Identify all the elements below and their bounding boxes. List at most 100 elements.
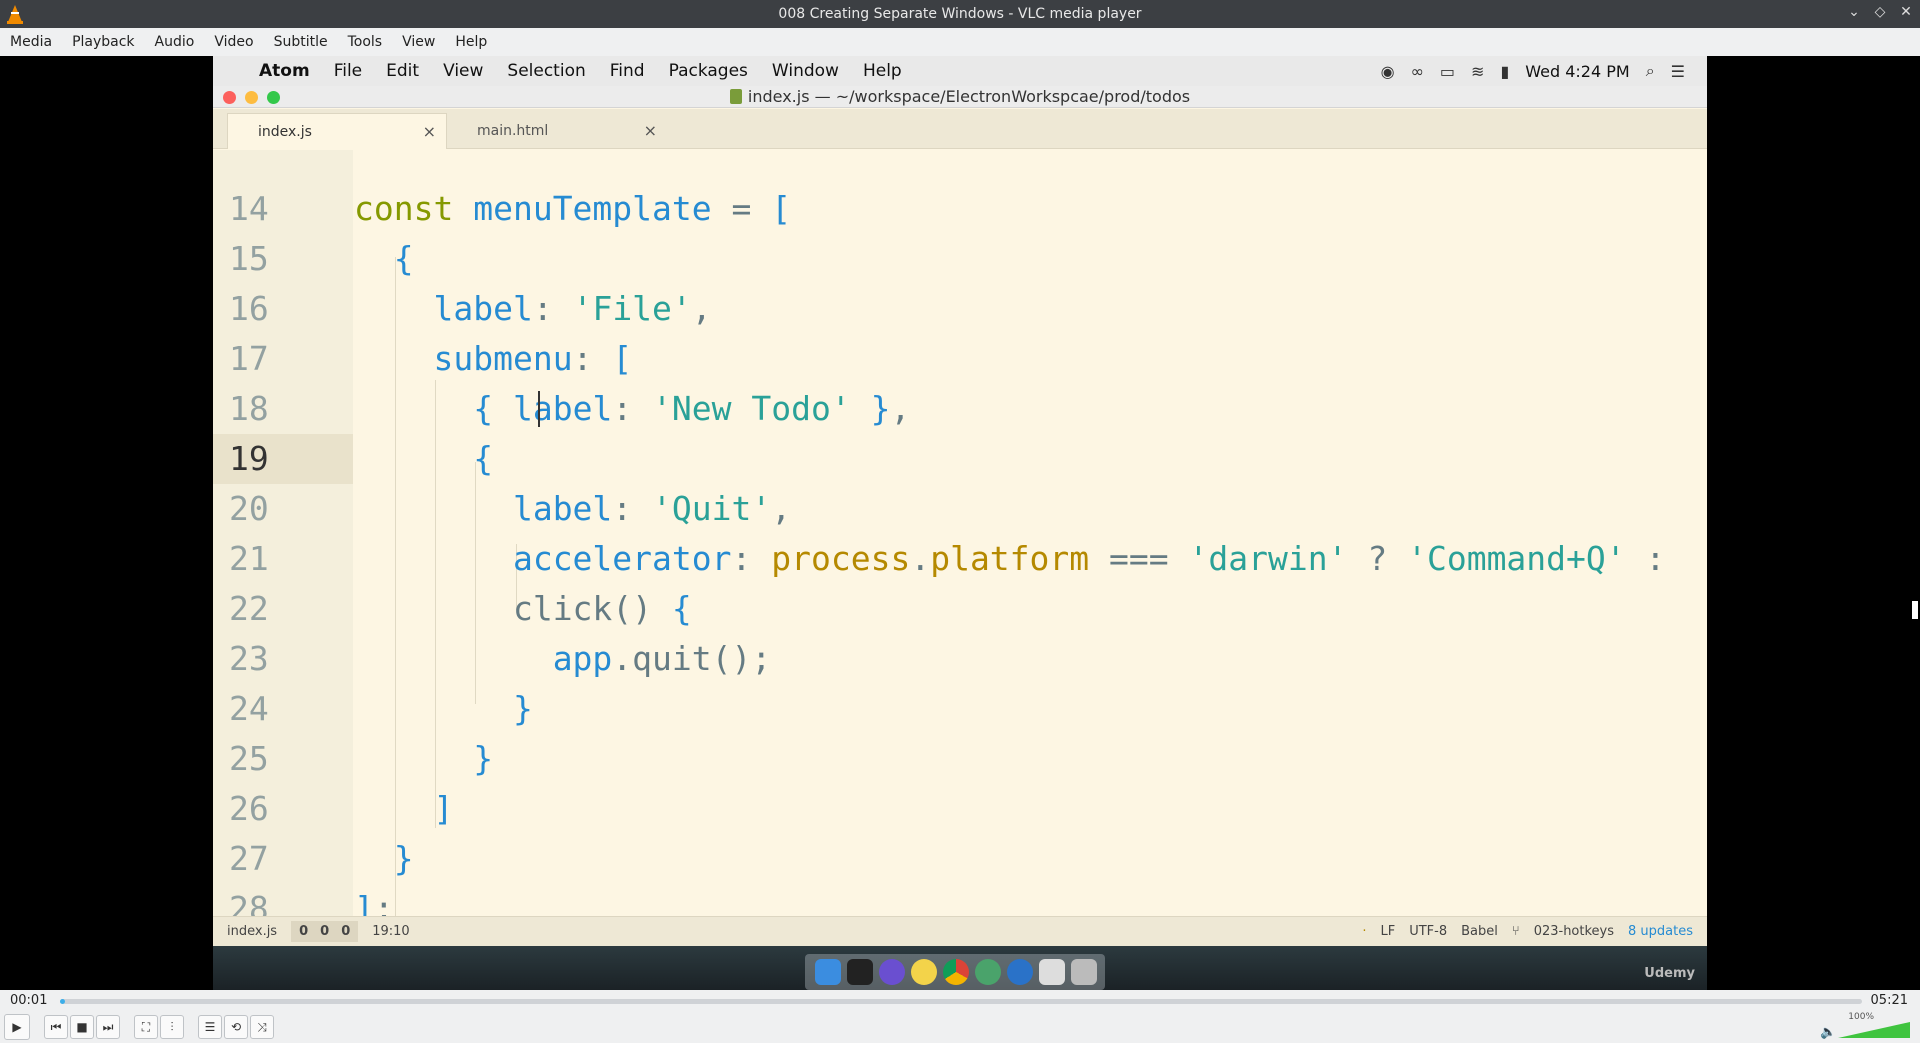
grammar: Babel <box>1461 924 1498 939</box>
file-icon <box>729 89 742 104</box>
wifi-icon: ≋ <box>1471 61 1485 81</box>
code-line: 21 label: 'Quit', <box>213 484 1707 578</box>
mac-menu-help: Help <box>862 61 902 81</box>
close-icon[interactable]: ✕ <box>1898 4 1914 20</box>
code-line: 16 { <box>213 234 1707 328</box>
mouse-pointer-icon <box>1912 601 1918 619</box>
maximize-icon[interactable]: ◇ <box>1872 4 1888 20</box>
next-button[interactable]: ⏭ <box>96 1015 120 1039</box>
code-text: ] <box>433 789 454 828</box>
seek-progress <box>60 999 66 1004</box>
mac-menu-find: Find <box>609 61 645 81</box>
mac-menu-selection: Selection <box>507 61 586 81</box>
tab-bar: index.js × main.html × <box>213 109 1707 149</box>
extended-settings-button[interactable]: ⫶ <box>160 1015 184 1039</box>
code-line: 14 <box>213 150 1707 228</box>
code-text: } <box>393 839 414 878</box>
mac-menu-edit: Edit <box>386 61 420 81</box>
mac-menu-view: View <box>443 61 484 81</box>
status-dot-icon: · <box>1362 924 1367 939</box>
play-button[interactable]: ▶ <box>4 1014 30 1040</box>
spotlight-search-icon: ⌕ <box>1645 61 1655 80</box>
browser-icon <box>1007 959 1033 985</box>
code-line: 29 ]; <box>213 884 1707 916</box>
code-text: { label: 'New Todo' }, <box>473 389 911 428</box>
close-icon: × <box>422 122 436 141</box>
encoding: UTF-8 <box>1409 924 1448 939</box>
git-branch-icon: ⑂ <box>1511 924 1520 939</box>
menu-video[interactable]: Video <box>204 34 263 50</box>
mac-dock <box>805 954 1105 990</box>
menu-audio[interactable]: Audio <box>145 34 205 50</box>
code-line: 28 } <box>213 834 1707 916</box>
previous-button[interactable]: ⏮ <box>44 1015 68 1039</box>
code-text: submenu: [ <box>433 339 633 378</box>
stop-button[interactable]: ■ <box>70 1015 94 1039</box>
warning-count: 0 <box>320 924 330 939</box>
code-line: 25 } <box>213 684 1707 778</box>
code-text: const menuTemplate = [ <box>354 189 792 228</box>
tab-main-html: main.html × <box>447 113 667 149</box>
volume-slider[interactable] <box>1838 1022 1910 1038</box>
window-title: 008 Creating Separate Windows - VLC medi… <box>778 6 1142 22</box>
feather-app-icon <box>879 959 905 985</box>
status-bar: index.js 0 0 0 19:10 · LF UTF-8 Babel ⑂ 0… <box>213 916 1707 946</box>
mac-menu-file: File <box>333 61 363 81</box>
code-text: app.quit(); <box>552 639 772 678</box>
line-ending: LF <box>1380 924 1396 939</box>
tab-label: index.js <box>258 124 312 140</box>
code-text: label: 'File', <box>433 289 712 328</box>
cursor-position: 19:10 <box>372 924 410 939</box>
menu-playback[interactable]: Playback <box>62 34 144 50</box>
loop-button[interactable]: ⟲ <box>224 1015 248 1039</box>
close-icon: × <box>643 121 657 140</box>
code-text: { <box>473 439 494 478</box>
code-line: 26 } <box>213 734 1707 828</box>
error-count: 0 <box>299 924 309 939</box>
vlc-menu-bar: Media Playback Audio Video Subtitle Tool… <box>0 28 1920 56</box>
menu-view[interactable]: View <box>392 34 445 50</box>
mac-clock: Wed 4:24 PM <box>1525 61 1630 81</box>
playlist-button[interactable]: ☰ <box>198 1015 222 1039</box>
menu-media[interactable]: Media <box>0 34 62 50</box>
trash-icon <box>1071 959 1097 985</box>
atom-title-bar: index.js — ~/workspace/ElectronWorkspcae… <box>213 86 1707 108</box>
linter-counts: 0 0 0 <box>291 921 359 942</box>
terminal-icon <box>847 959 873 985</box>
udemy-watermark: Udemy <box>1644 966 1695 981</box>
info-count: 0 <box>341 924 351 939</box>
menu-help[interactable]: Help <box>445 34 497 50</box>
tab-label: main.html <box>477 123 549 139</box>
code-line: 22 accelerator: process.platform === 'da… <box>213 534 1707 628</box>
code-text: } <box>512 689 533 728</box>
code-text: { <box>393 239 414 278</box>
menu-tools[interactable]: Tools <box>338 34 393 50</box>
speaker-icon[interactable]: 🔈 <box>1820 1025 1836 1040</box>
airplay-icon: ▭ <box>1439 61 1456 81</box>
mac-menu-packages: Packages <box>668 61 748 81</box>
code-text: ]; <box>354 889 394 916</box>
code-line: 27 ] <box>213 784 1707 878</box>
glasses-icon: ∞ <box>1410 61 1424 81</box>
mac-menu-window: Window <box>771 61 839 81</box>
volume-control[interactable]: 🔈 100% <box>1820 1012 1910 1040</box>
seek-slider[interactable] <box>60 999 1862 1004</box>
vlc-controls: 00:01 05:21 ▶ ⏮ ■ ⏭ ⛶ ⫶ ☰ ⟲ ⤨ 🔈 100% <box>0 990 1920 1043</box>
mac-app-name: Atom <box>259 61 310 81</box>
shuffle-button[interactable]: ⤨ <box>250 1015 274 1039</box>
total-time: 05:21 <box>1870 993 1908 1008</box>
code-editor: 14 15 const menuTemplate = [ 16 { 17 lab… <box>213 150 1707 916</box>
elapsed-time: 00:01 <box>10 993 48 1008</box>
code-line: 18 submenu: [ <box>213 334 1707 428</box>
seek-bar: 00:01 05:21 <box>0 990 1920 1012</box>
minimize-icon[interactable]: ⌄ <box>1846 4 1862 20</box>
fullscreen-button[interactable]: ⛶ <box>134 1015 158 1039</box>
documents-icon <box>1039 959 1065 985</box>
menu-subtitle[interactable]: Subtitle <box>264 34 338 50</box>
vlc-title-bar: 008 Creating Separate Windows - VLC medi… <box>0 0 1920 28</box>
atom-window: index.js — ~/workspace/ElectronWorkspcae… <box>213 86 1707 946</box>
text-cursor <box>538 391 540 427</box>
atom-window-title: index.js — ~/workspace/ElectronWorkspcae… <box>747 87 1191 106</box>
video-area[interactable]: Atom File Edit View Selection Find Packa… <box>0 56 1920 990</box>
code-line: 24 app.quit(); <box>213 634 1707 728</box>
